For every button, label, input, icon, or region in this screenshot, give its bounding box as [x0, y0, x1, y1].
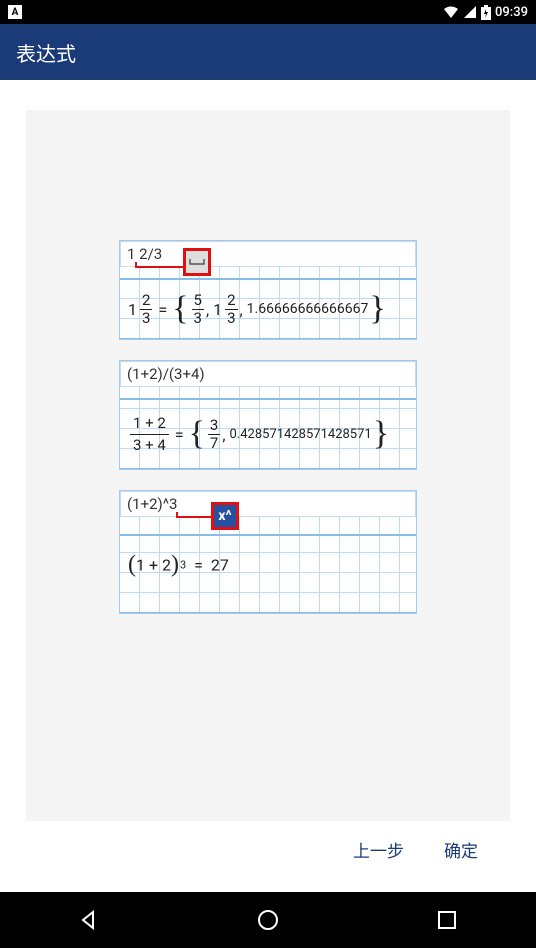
- back-button[interactable]: 上一步: [353, 837, 404, 862]
- status-bar: A 09:39: [0, 0, 536, 24]
- example-1: 1 2/3 123 = { 53 , 123 , 1.6666666666666…: [119, 240, 417, 340]
- example-3: (1+2)^3 x^ ( 1 + 2 ) 3 = 27: [119, 490, 417, 614]
- example-2: (1+2)/(3+4) 1 + 23 + 4 = { 37 , 0.428571…: [119, 360, 417, 470]
- nav-back-icon[interactable]: [77, 908, 101, 932]
- nav-recent-icon[interactable]: [435, 908, 459, 932]
- dialog-buttons: 上一步 确定: [26, 821, 510, 872]
- tutorial-panel: 1 2/3 123 = { 53 , 123 , 1.6666666666666…: [26, 110, 510, 821]
- power-icon: x^: [211, 502, 239, 530]
- nav-home-icon[interactable]: [256, 908, 280, 932]
- result-3: ( 1 + 2 ) 3 = 27: [120, 535, 416, 613]
- input-2[interactable]: (1+2)/(3+4): [120, 361, 416, 387]
- app-bar: 表达式: [0, 24, 536, 80]
- callout-line-1: [135, 266, 187, 268]
- input-1[interactable]: 1 2/3: [120, 241, 416, 267]
- ok-button[interactable]: 确定: [444, 837, 478, 862]
- result-2: 1 + 23 + 4 = { 37 , 0.428571428571428571…: [120, 399, 416, 469]
- result-1: 123 = { 53 , 123 , 1.66666666666667 }: [120, 279, 416, 339]
- input-3[interactable]: (1+2)^3 x^: [120, 491, 416, 517]
- navigation-bar: [0, 892, 536, 948]
- signal-icon: [463, 5, 477, 19]
- app-indicator-icon: A: [8, 5, 22, 19]
- content-area: 1 2/3 123 = { 53 , 123 , 1.6666666666666…: [0, 80, 536, 892]
- wifi-icon: [443, 5, 459, 19]
- battery-charging-icon: [481, 5, 491, 20]
- space-icon: [183, 248, 211, 276]
- callout-line-3: [176, 516, 216, 518]
- app-title: 表达式: [16, 38, 76, 67]
- status-time: 09:39: [495, 5, 528, 20]
